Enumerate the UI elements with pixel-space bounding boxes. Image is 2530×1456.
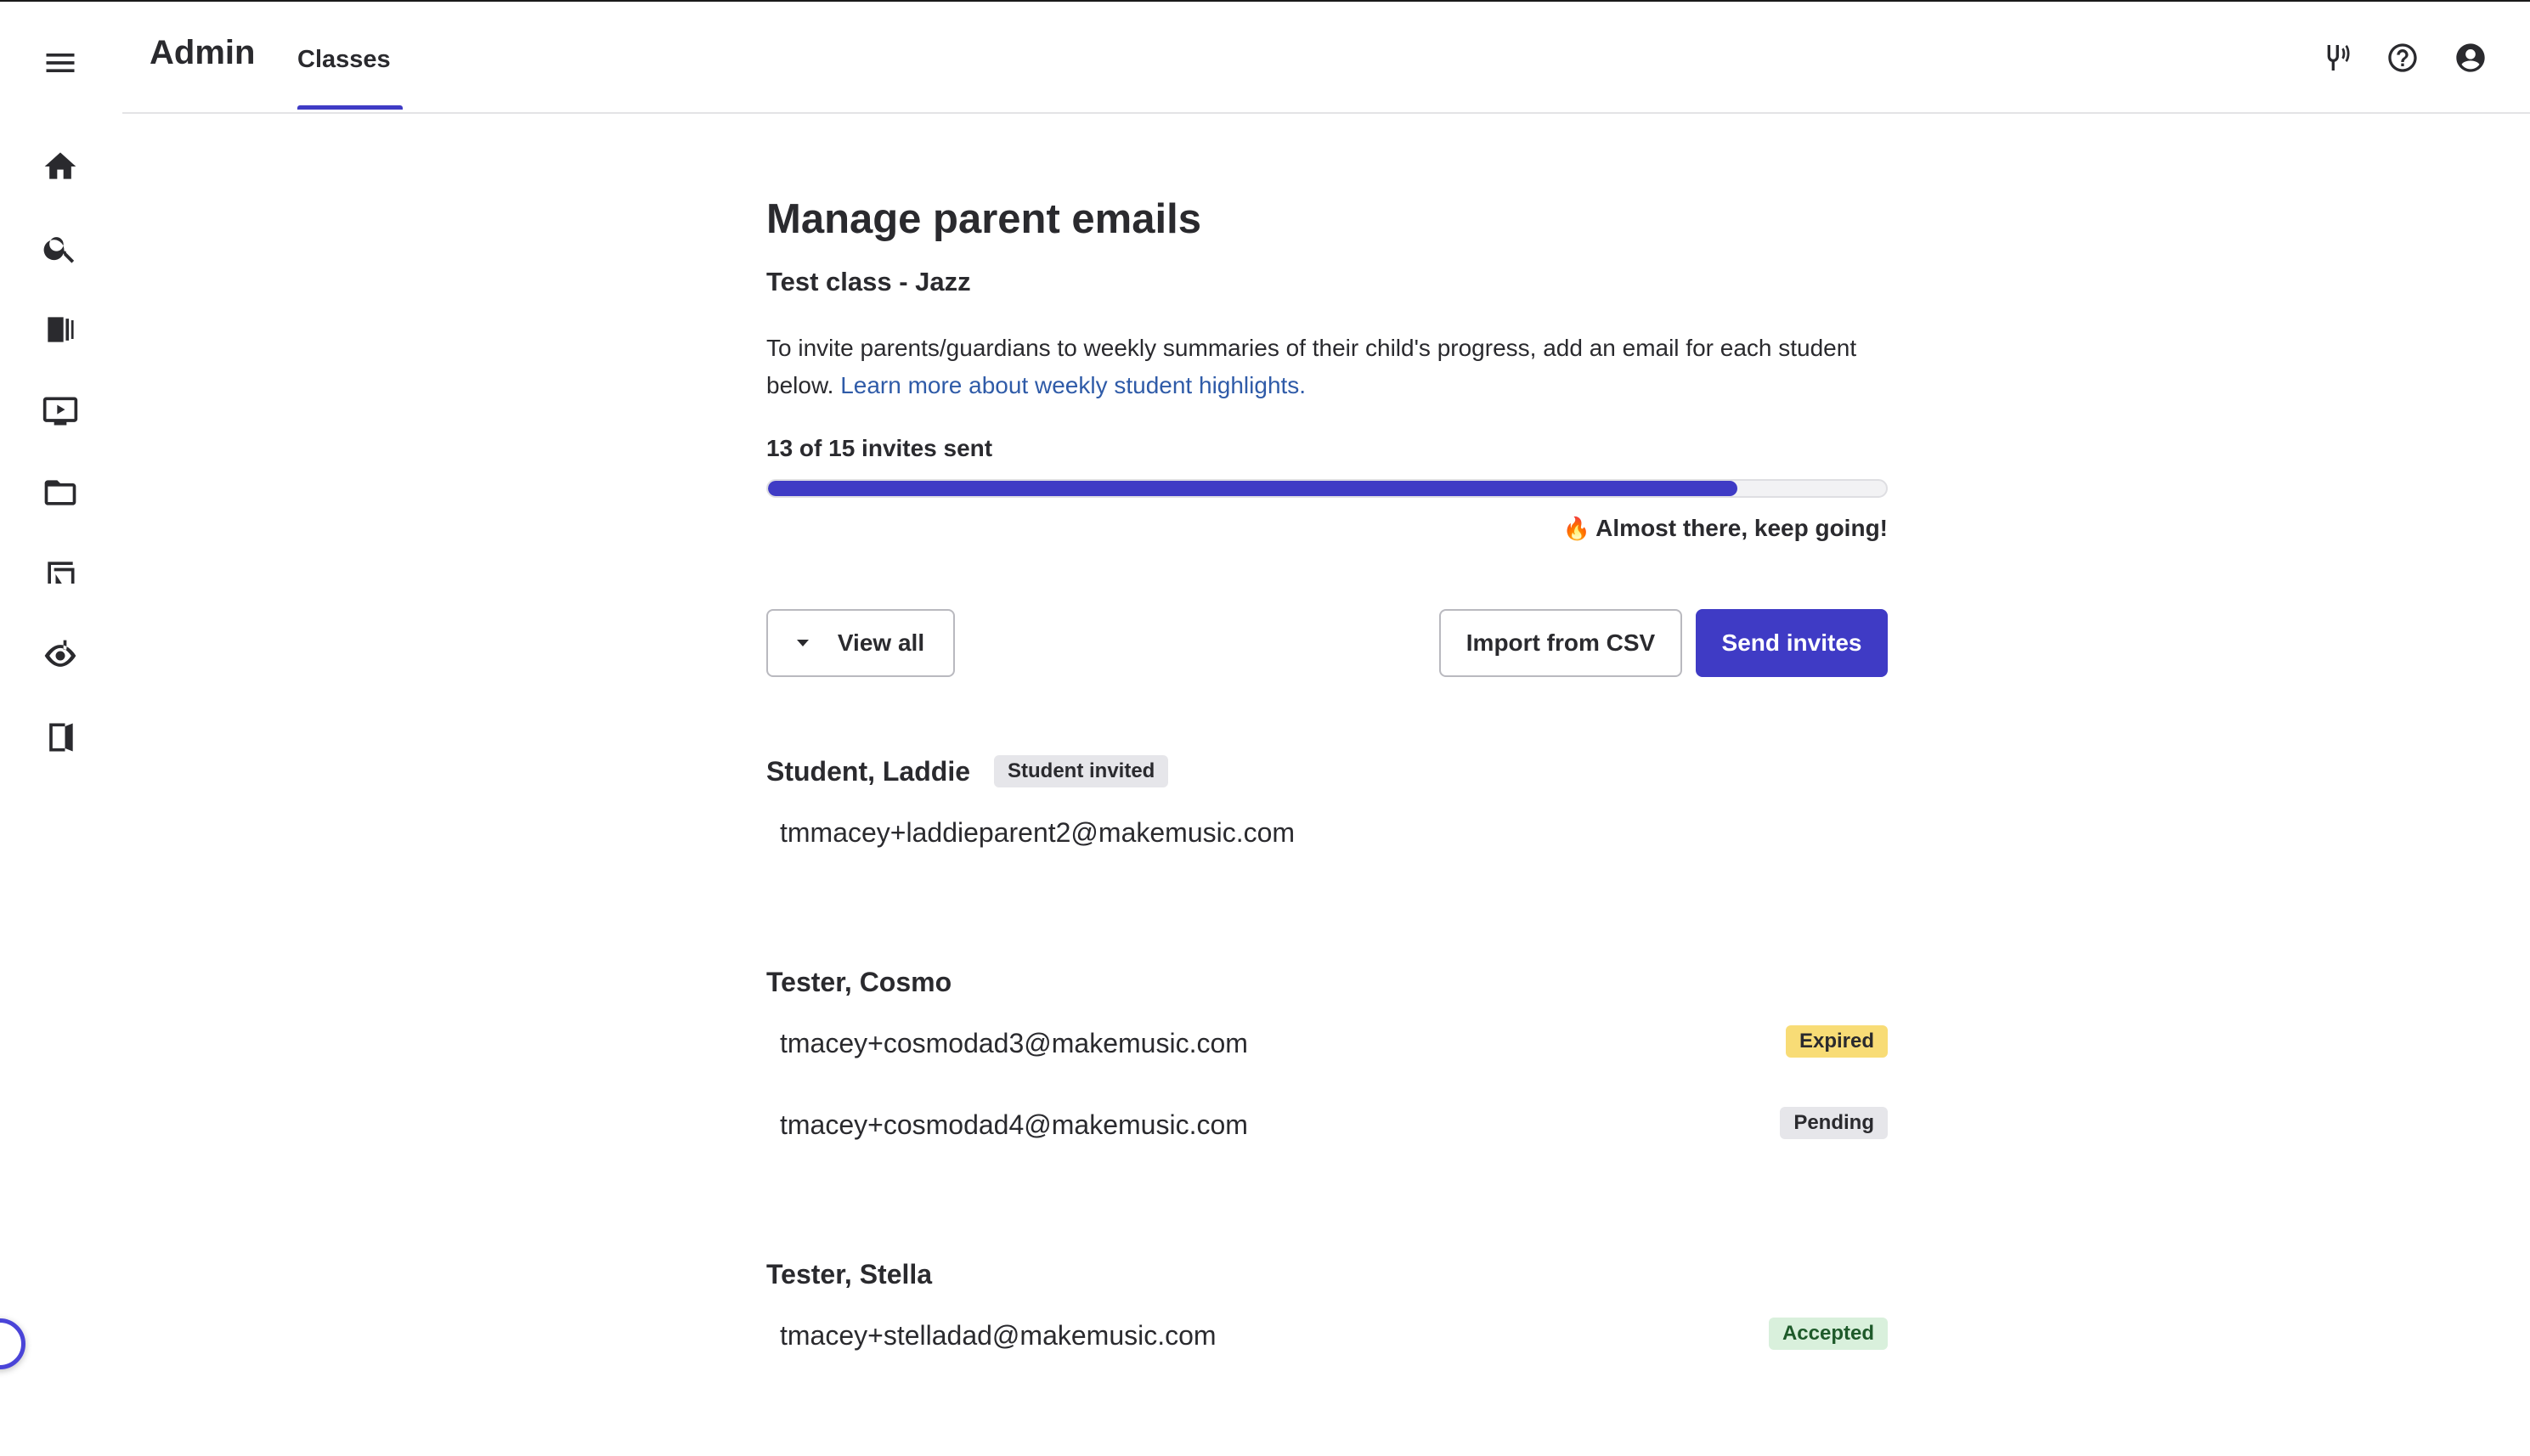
page-title: Manage parent emails <box>766 196 1201 242</box>
help-icon[interactable] <box>2382 37 2423 78</box>
account-icon[interactable] <box>2450 37 2491 78</box>
tuning-fork-icon[interactable] <box>2314 37 2355 78</box>
encouragement-text: Almost there, keep going! <box>1595 515 1888 541</box>
view-all-dropdown[interactable]: View all <box>766 609 955 677</box>
caret-down-icon <box>796 640 809 646</box>
assignment-icon[interactable] <box>38 552 82 596</box>
parent-email[interactable]: tmacey+cosmodad4@makemusic.com <box>780 1109 1248 1141</box>
description: To invite parents/guardians to weekly su… <box>766 330 1888 404</box>
view-all-label: View all <box>837 629 925 656</box>
status-badge-accepted: Accepted <box>1768 1318 1888 1350</box>
app-title: Admin <box>150 34 256 71</box>
progress-fill <box>768 481 1737 496</box>
student-name: Tester, Stella <box>766 1259 933 1290</box>
menu-icon[interactable] <box>38 41 82 85</box>
status-badge-pending: Pending <box>1780 1107 1888 1139</box>
student-invited-badge: Student invited <box>994 755 1169 787</box>
parent-email[interactable]: tmmacey+laddieparent2@makemusic.com <box>780 817 1295 849</box>
folder-icon[interactable] <box>38 471 82 515</box>
floating-assistant-button[interactable] <box>0 1318 25 1369</box>
progress-bar <box>766 479 1888 498</box>
student-name: Tester, Cosmo <box>766 967 952 997</box>
flame-icon: 🔥 <box>1562 515 1591 541</box>
send-invites-button[interactable]: Send invites <box>1696 609 1888 677</box>
class-name: Test class - Jazz <box>766 267 971 296</box>
progress-label: 13 of 15 invites sent <box>766 435 993 461</box>
student-name: Student, Laddie <box>766 756 970 787</box>
search-icon[interactable] <box>38 226 82 270</box>
ear-music-icon[interactable] <box>38 634 82 678</box>
learn-more-link[interactable]: Learn more about weekly student highligh… <box>840 372 1306 398</box>
top-header: Admin Classes <box>122 2 2530 114</box>
sidebar <box>0 2 122 1456</box>
parent-email[interactable]: tmacey+cosmodad3@makemusic.com <box>780 1028 1248 1059</box>
encouragement-message: 🔥 Almost there, keep going! <box>1563 515 1888 542</box>
tab-classes[interactable]: Classes <box>297 46 391 74</box>
import-csv-button[interactable]: Import from CSV <box>1439 609 1682 677</box>
parent-email[interactable]: tmacey+stelladad@makemusic.com <box>780 1320 1217 1352</box>
active-tab-indicator <box>297 105 403 110</box>
home-icon[interactable] <box>38 144 82 189</box>
library-icon[interactable] <box>38 308 82 352</box>
exit-icon[interactable] <box>38 715 82 759</box>
video-icon[interactable] <box>38 389 82 433</box>
status-badge-expired: Expired <box>1785 1025 1888 1058</box>
